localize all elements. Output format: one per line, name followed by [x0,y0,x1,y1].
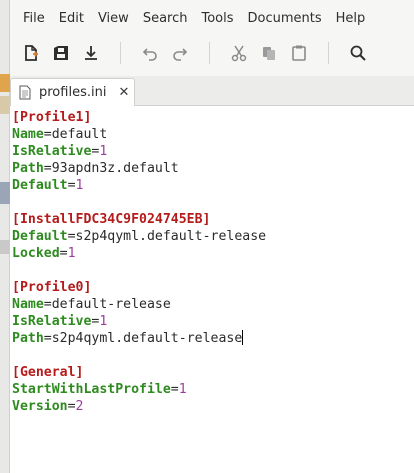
editor-line: Name=default [12,126,414,143]
save-icon [54,46,68,60]
new-file-icon [25,45,38,61]
ini-value: 93apdn3z.default [51,161,179,176]
editor-line: IsRelative=1 [12,143,414,160]
paste-icon [292,45,306,61]
redo-icon [173,48,188,61]
editor-line: Name=default-release [12,296,414,313]
menu-edit[interactable]: Edit [52,11,91,26]
ini-equals-sign: = [67,178,76,193]
menu-search[interactable]: Search [136,11,195,26]
ini-equals-sign: = [43,127,52,142]
ini-value: s2p4qyml.default-release [51,331,243,346]
editor-line: Locked=1 [12,245,414,262]
menu-tools[interactable]: Tools [194,11,240,26]
ini-key: IsRelative [12,314,92,329]
save-button[interactable] [46,39,76,67]
menu-bar: File Edit View Search Tools Documents He… [10,0,414,36]
download-icon [85,46,97,60]
toolbar [10,36,414,70]
ini-key: Name [12,127,44,142]
editor-line: [General] [12,364,414,381]
ini-key: Name [12,297,44,312]
ini-equals-sign: = [43,331,52,346]
paste-button[interactable] [284,39,314,67]
background-window-fragment [0,74,10,92]
toolbar-separator [209,42,210,64]
toolbar-separator [120,42,121,64]
editor-line: Version=2 [12,398,414,415]
ini-equals-sign: = [67,399,76,414]
editor-line: StartWithLastProfile=1 [12,381,414,398]
editor-line: Path=s2p4qyml.default-release [12,330,414,347]
background-window-fragment [0,96,10,114]
toolbar-separator [328,42,329,64]
editor-line: IsRelative=1 [12,313,414,330]
tab-label: profiles.ini [39,85,107,100]
ini-value: 1 [178,382,187,397]
editor-text-area[interactable]: [Profile1] Name=default IsRelative=1 Path=9… [10,106,414,473]
menu-help[interactable]: Help [329,11,373,26]
editor-line: Path=93apdn3z.default [12,160,414,177]
search-button[interactable] [343,39,373,67]
tab-bar: profiles.ini ✕ [10,76,414,106]
tab-profiles-ini[interactable]: profiles.ini ✕ [10,78,135,106]
background-window-strip [0,0,10,473]
ini-key: Version [12,399,68,414]
ini-key: StartWithLastProfile [12,382,171,397]
ini-value: 1 [99,144,108,159]
ini-equals-sign: = [43,297,52,312]
ini-equals-sign: = [67,229,76,244]
undo-icon [142,48,157,61]
ini-equals-sign: = [59,246,68,261]
ini-section-header: [Profile1] [12,110,92,125]
ini-equals-sign: = [170,382,179,397]
ini-section-header: [InstallFDC34C9F024745EB] [12,212,211,227]
ini-value: default [51,127,108,142]
ini-section-header: [Profile0] [12,280,92,295]
ini-value: 1 [75,178,84,193]
copy-icon [263,47,275,60]
editor-line: Default=1 [12,177,414,194]
menu-documents[interactable]: Documents [241,11,329,26]
ini-key: Locked [12,246,60,261]
editor-line: [Profile0] [12,279,414,296]
search-icon [350,45,366,61]
ini-value: default-release [51,297,171,312]
redo-button[interactable] [165,39,195,67]
menu-view[interactable]: View [91,11,136,26]
text-cursor [242,330,244,345]
editor-line: [InstallFDC34C9F024745EB] [12,211,414,228]
close-icon[interactable]: ✕ [118,85,129,100]
ini-value: s2p4qyml.default-release [75,229,267,244]
copy-button[interactable] [254,39,284,67]
download-button[interactable] [76,39,106,67]
cut-button[interactable] [224,39,254,67]
editor-line: [Profile1] [12,109,414,126]
ini-key: IsRelative [12,144,92,159]
ini-equals-sign: = [43,161,52,176]
ini-key: Path [12,331,44,346]
ini-value: 1 [67,246,76,261]
ini-key: Default [12,178,68,193]
ini-key: Default [12,229,68,244]
ini-key: Path [12,161,44,176]
ini-section-header: [General] [12,365,84,380]
text-editor-window: File Edit View Search Tools Documents He… [0,0,414,473]
menu-file[interactable]: File [16,11,52,26]
background-window-fragment [0,182,10,204]
editor-line: Default=s2p4qyml.default-release [12,228,414,245]
new-file-button[interactable] [16,39,46,67]
undo-button[interactable] [135,39,165,67]
background-window-fragment [0,240,10,254]
ini-value: 2 [75,399,84,414]
ini-value: 1 [99,314,108,329]
cut-icon [231,45,247,62]
file-icon [19,85,31,100]
